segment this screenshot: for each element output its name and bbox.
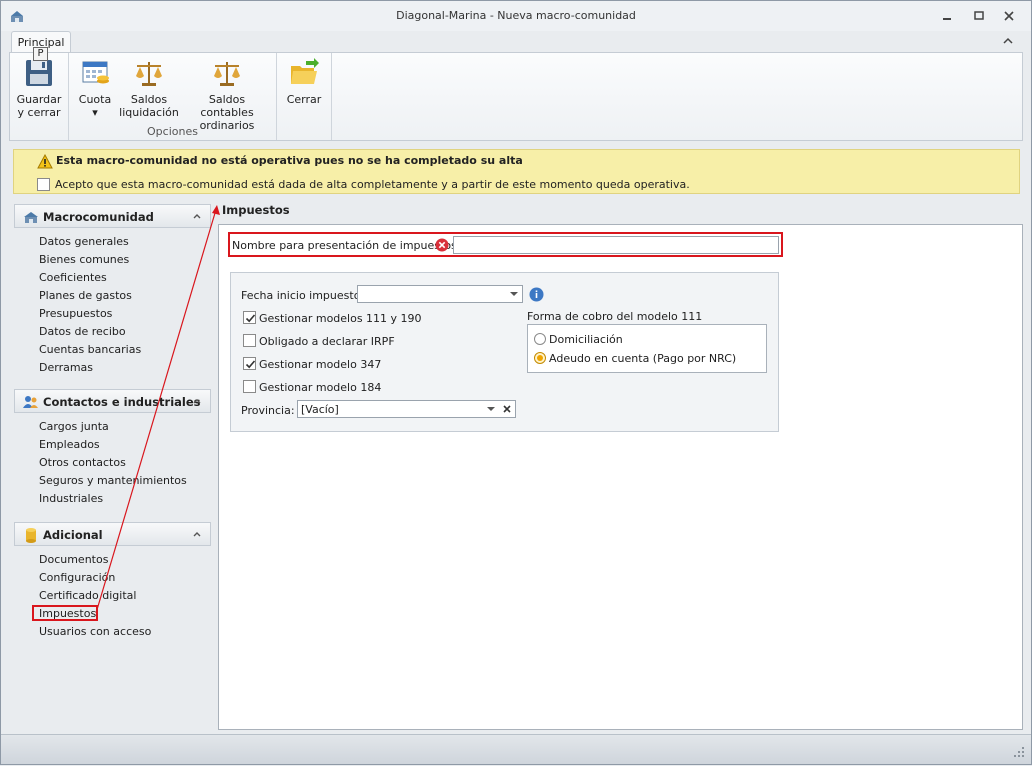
saldos-liquidacion-button[interactable]: Saldos liquidación (118, 57, 180, 119)
chevron-up-icon[interactable] (1001, 34, 1015, 48)
name-input[interactable] (453, 236, 779, 254)
label-adeudo[interactable]: Adeudo en cuenta (Pago por NRC) (549, 352, 736, 365)
name-field-label: Nombre para presentación de impuestos: (232, 239, 461, 252)
ribbon-group-opciones: Cuota ▾ Saldos liquidación Saldos contab… (69, 53, 277, 140)
options-group: Fecha inicio impuestos: Gestionar modelo… (230, 272, 779, 432)
page-title: Impuestos (222, 203, 290, 217)
ribbon-group-label: Opciones (147, 125, 198, 138)
chevron-up-icon[interactable] (192, 396, 202, 406)
warning-icon (37, 154, 53, 169)
sidebar-item-bienes-comunes[interactable]: Bienes comunes (14, 251, 211, 269)
checkmark-icon (245, 360, 256, 369)
scales-icon (136, 62, 162, 86)
scales-icon (214, 62, 240, 86)
forma-cobro-group: Domiciliación Adeudo en cuenta (Pago por… (527, 324, 767, 373)
title-bar: Diagonal-Marina - Nueva macro-comunidad (1, 1, 1031, 31)
cuota-button[interactable]: Cuota ▾ (75, 57, 115, 119)
main-area: Macrocomunidad Datos generales Bienes co… (9, 196, 1023, 732)
sidebar-item-coeficientes[interactable]: Coeficientes (14, 269, 211, 287)
warning-title: Esta macro-comunidad no está operativa p… (56, 154, 523, 167)
chevron-down-icon[interactable] (483, 401, 499, 417)
sidebar-item-empleados[interactable]: Empleados (14, 436, 211, 454)
sidebar-item-usuarios[interactable]: Usuarios con acceso (14, 623, 211, 641)
nav-header-contactos[interactable]: Contactos e industriales (14, 389, 211, 413)
window-title: Diagonal-Marina - Nueva macro-comunidad (396, 9, 636, 22)
minimize-icon (943, 18, 951, 20)
nav-header-macrocomunidad[interactable]: Macrocomunidad (14, 204, 211, 228)
building-icon (24, 212, 38, 223)
ribbon-tabs: Principal (1, 31, 1031, 53)
contacts-icon (23, 396, 38, 408)
checkbox-111-190[interactable] (243, 311, 256, 324)
nav-header-adicional[interactable]: Adicional (14, 522, 211, 546)
forma-cobro-title: Forma de cobro del modelo 111 (527, 310, 703, 323)
minimize-button[interactable] (937, 7, 957, 25)
provincia-select[interactable]: [Vacío] (297, 400, 516, 418)
chevron-down-icon[interactable] (506, 286, 522, 302)
ribbon-group-close: Cerrar (277, 53, 332, 140)
fecha-label: Fecha inicio impuestos: (241, 289, 370, 302)
sidebar-item-planes-de-gastos[interactable]: Planes de gastos (14, 287, 211, 305)
app-window: Diagonal-Marina - Nueva macro-comunidad … (0, 0, 1032, 765)
radio-adeudo[interactable] (534, 352, 546, 364)
clear-icon[interactable] (499, 401, 515, 417)
warning-banner: Esta macro-comunidad no está operativa p… (13, 149, 1020, 194)
sidebar-item-datos-de-recibo[interactable]: Datos de recibo (14, 323, 211, 341)
label-irpf[interactable]: Obligado a declarar IRPF (259, 335, 395, 348)
provincia-label: Provincia: (241, 404, 295, 417)
chevron-down-icon: ▾ (92, 106, 98, 119)
error-icon (435, 238, 449, 252)
checkbox-347[interactable] (243, 357, 256, 370)
content-panel: Nombre para presentación de impuestos: F… (218, 224, 1023, 730)
sidebar-item-derramas[interactable]: Derramas (14, 359, 211, 377)
calendar-coins-icon (82, 61, 109, 84)
accept-checkbox-label[interactable]: Acepto que esta macro-comunidad está dad… (55, 178, 690, 191)
name-field-highlight: Nombre para presentación de impuestos: (228, 232, 783, 257)
label-domiciliacion[interactable]: Domiciliación (549, 333, 623, 346)
ribbon-group-save: Guardar y cerrar (10, 53, 69, 140)
nav-group-macrocomunidad: Macrocomunidad Datos generales Bienes co… (14, 204, 211, 377)
close-window-button[interactable] (999, 7, 1019, 25)
sidebar-item-certificado-digital[interactable]: Certificado digital (14, 587, 211, 605)
sidebar-item-seguros[interactable]: Seguros y mantenimientos (14, 472, 211, 490)
checkbox-irpf[interactable] (243, 334, 256, 347)
nav-group-adicional: Adicional Documentos Configuración Certi… (14, 522, 211, 641)
sidebar-item-documentos[interactable]: Documentos (14, 551, 211, 569)
checkmark-icon (245, 314, 256, 323)
sidebar-item-configuracion[interactable]: Configuración (14, 569, 211, 587)
sidebar-item-impuestos[interactable]: Impuestos (14, 605, 211, 623)
close-icon (1004, 11, 1014, 21)
chevron-up-icon[interactable] (192, 211, 202, 221)
sidebar-item-datos-generales[interactable]: Datos generales (14, 233, 211, 251)
resize-grip-icon[interactable] (1013, 746, 1025, 758)
nav-group-contactos: Contactos e industriales Cargos junta Em… (14, 389, 211, 508)
database-icon (26, 528, 36, 543)
ribbon-panel: Guardar y cerrar Cuota ▾ Saldos liquidac… (9, 52, 1023, 141)
maximize-button[interactable] (969, 7, 989, 25)
label-184[interactable]: Gestionar modelo 184 (259, 381, 381, 394)
accept-checkbox[interactable] (37, 178, 50, 191)
radio-domiciliacion[interactable] (534, 333, 546, 345)
label-347[interactable]: Gestionar modelo 347 (259, 358, 381, 371)
fecha-date-picker[interactable] (357, 285, 523, 303)
sidebar-item-cuentas-bancarias[interactable]: Cuentas bancarias (14, 341, 211, 359)
info-icon[interactable] (529, 287, 544, 302)
floppy-disk-icon (26, 60, 52, 86)
saldos-contables-button[interactable]: Saldos contables ordinarios (181, 57, 273, 132)
status-bar (1, 734, 1031, 764)
sidebar-item-cargos-junta[interactable]: Cargos junta (14, 418, 211, 436)
cerrar-button[interactable]: Cerrar (283, 57, 325, 106)
chevron-up-icon[interactable] (192, 529, 202, 539)
checkbox-184[interactable] (243, 380, 256, 393)
save-close-button[interactable]: Guardar y cerrar (13, 57, 65, 119)
sidebar-item-otros-contactos[interactable]: Otros contactos (14, 454, 211, 472)
sidebar-item-presupuestos[interactable]: Presupuestos (14, 305, 211, 323)
folder-exit-icon (291, 58, 319, 84)
sidebar-item-industriales[interactable]: Industriales (14, 490, 211, 508)
keytip-badge: P (33, 47, 48, 61)
label-111-190[interactable]: Gestionar modelos 111 y 190 (259, 312, 422, 325)
selection-highlight (32, 605, 98, 621)
restore-icon (974, 11, 984, 20)
